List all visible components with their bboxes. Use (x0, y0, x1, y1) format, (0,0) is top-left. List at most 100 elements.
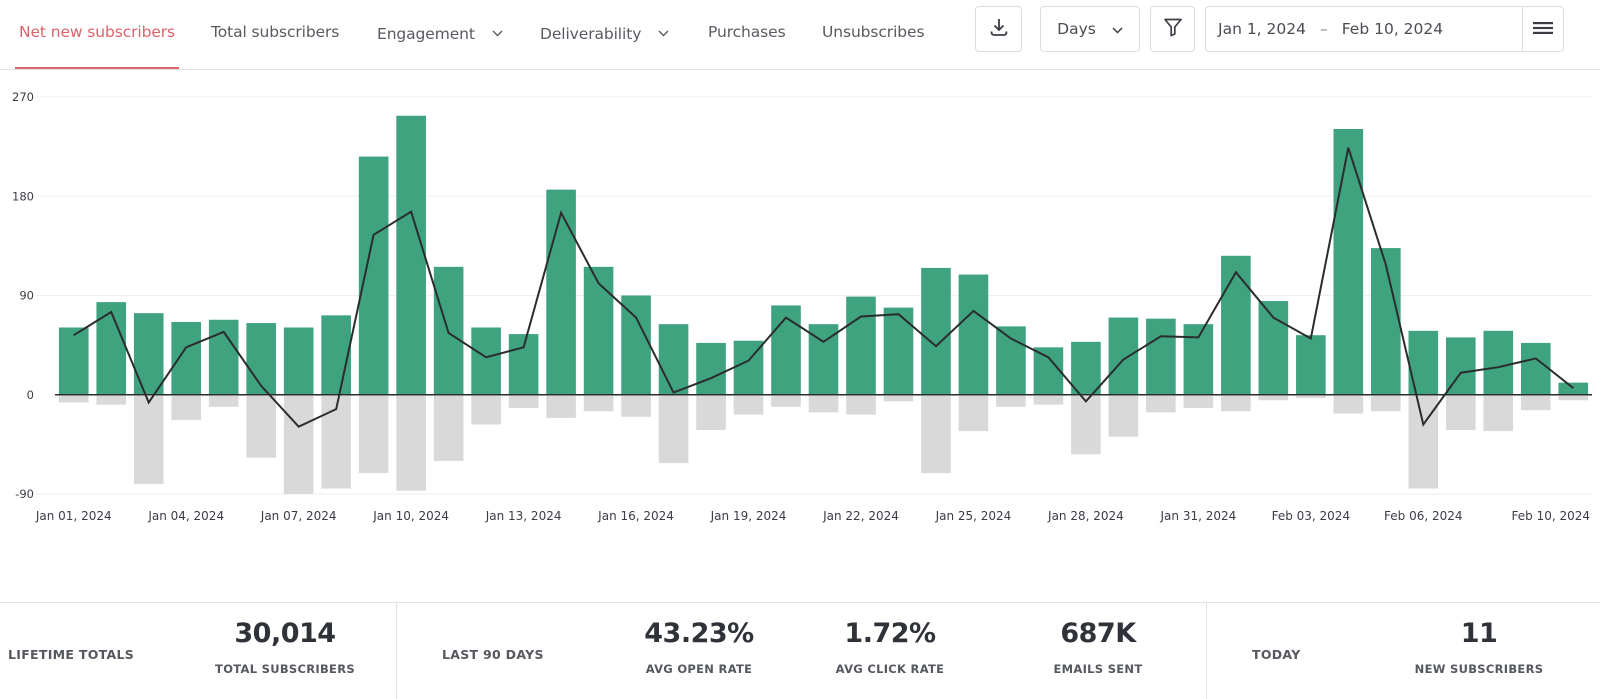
bar-unsubscribes (996, 395, 1026, 407)
bar-unsubscribes (396, 395, 426, 491)
stat-label: NEW SUBSCRIBERS (1414, 662, 1544, 676)
x-tick-label: Jan 13, 2024 (485, 509, 562, 523)
lifetime-totals-label: LIFETIME TOTALS (8, 647, 135, 662)
download-icon (988, 16, 1010, 42)
bar-unsubscribes (921, 395, 951, 474)
x-tick-label: Jan 04, 2024 (147, 509, 224, 523)
y-tick-label: 90 (19, 289, 34, 303)
y-tick-label: 180 (12, 189, 34, 203)
bar-unsubscribes (58, 395, 89, 403)
bar-unsubscribes (471, 395, 501, 425)
bar-new-subscribers (358, 156, 389, 395)
bar-unsubscribes (358, 395, 389, 474)
stat-label: EMAILS SENT (1053, 662, 1143, 676)
bar-new-subscribers (1221, 255, 1251, 395)
bar-unsubscribes (1071, 395, 1101, 455)
bar-unsubscribes (883, 395, 914, 402)
stat-value: 30,014 (234, 618, 336, 649)
bar-new-subscribers (1520, 342, 1551, 395)
tab-label: Purchases (708, 23, 786, 41)
bar-unsubscribes (808, 395, 839, 413)
bar-new-subscribers (921, 267, 951, 395)
download-button[interactable] (975, 6, 1022, 52)
tab-deliverability[interactable]: Deliverability (540, 22, 669, 43)
bar-unsubscribes (1108, 395, 1139, 437)
bar-new-subscribers (246, 323, 276, 395)
bar-new-subscribers (546, 189, 576, 395)
date-separator: – (1319, 20, 1328, 38)
bar-new-subscribers (1071, 341, 1101, 395)
x-tick-label: Feb 03, 2024 (1272, 509, 1351, 523)
bar-new-subscribers (1408, 330, 1439, 395)
stat-label: AVG CLICK RATE (835, 662, 945, 676)
bar-new-subscribers (1558, 382, 1589, 395)
bar-unsubscribes (1445, 395, 1476, 431)
stat-total-subscribers: 30,014 TOTAL SUBSCRIBERS (195, 617, 375, 676)
tab-label: Deliverability (540, 25, 642, 43)
bar-unsubscribes (433, 395, 464, 461)
chevron-down-icon (1112, 20, 1123, 38)
bar-new-subscribers (883, 307, 914, 395)
bar-unsubscribes (621, 395, 651, 417)
stat-value: 687K (1060, 618, 1136, 649)
stat-avg-open-rate: 43.23% AVG OPEN RATE (609, 617, 789, 676)
top-navigation: Net new subscribers Total subscribers En… (0, 0, 1600, 70)
section-divider (1206, 603, 1207, 699)
bar-unsubscribes (1258, 395, 1289, 401)
bar-new-subscribers (1371, 248, 1401, 395)
granularity-dropdown[interactable]: Days (1040, 6, 1140, 52)
stat-new-subscribers-today: 11 NEW SUBSCRIBERS (1389, 617, 1569, 676)
x-tick-label: Jan 19, 2024 (710, 509, 787, 523)
bar-unsubscribes (846, 395, 876, 415)
tab-purchases[interactable]: Purchases (708, 22, 786, 42)
date-start: Jan 1, 2024 (1218, 20, 1306, 38)
bar-unsubscribes (658, 395, 689, 464)
date-range-text[interactable]: Jan 1, 2024– Feb 10, 2024 (1218, 20, 1443, 38)
x-tick-label: Feb 10, 2024 (1512, 509, 1591, 523)
filter-button[interactable] (1150, 6, 1195, 52)
stats-summary: LIFETIME TOTALS 30,014 TOTAL SUBSCRIBERS… (0, 602, 1600, 699)
x-tick-label: Feb 06, 2024 (1384, 509, 1463, 523)
last-90-days-label: LAST 90 DAYS (442, 647, 544, 662)
stat-value: 1.72% (844, 618, 936, 649)
date-end: Feb 10, 2024 (1341, 20, 1444, 38)
date-range-picker[interactable]: Jan 1, 2024– Feb 10, 2024 (1205, 6, 1564, 52)
bar-unsubscribes (733, 395, 764, 415)
today-label: TODAY (1252, 647, 1301, 662)
tab-unsubscribes[interactable]: Unsubscribes (822, 22, 925, 42)
x-tick-label: Jan 07, 2024 (260, 509, 337, 523)
bar-unsubscribes (133, 395, 164, 485)
bar-new-subscribers (996, 326, 1026, 395)
bar-new-subscribers (1483, 330, 1514, 395)
bar-new-subscribers (171, 321, 202, 395)
bar-new-subscribers (58, 327, 89, 395)
tab-label: Unsubscribes (822, 23, 925, 41)
bar-unsubscribes (771, 395, 801, 407)
bar-new-subscribers (471, 327, 501, 395)
date-options-button[interactable] (1522, 7, 1563, 51)
bar-new-subscribers (583, 266, 614, 395)
bar-unsubscribes (1333, 395, 1364, 414)
y-tick-label: -90 (15, 487, 34, 501)
bar-unsubscribes (171, 395, 202, 421)
tab-label: Net new subscribers (19, 23, 176, 41)
stat-label: TOTAL SUBSCRIBERS (215, 662, 355, 676)
bar-unsubscribes (1520, 395, 1551, 411)
stat-label: AVG OPEN RATE (645, 662, 753, 676)
stat-emails-sent: 687K EMAILS SENT (1008, 617, 1188, 676)
stat-avg-click-rate: 1.72% AVG CLICK RATE (800, 617, 980, 676)
bar-new-subscribers (1258, 301, 1289, 395)
tab-net-new-subscribers[interactable]: Net new subscribers (19, 22, 175, 42)
bar-unsubscribes (508, 395, 539, 408)
bar-new-subscribers (283, 327, 314, 395)
hamburger-menu-icon (1533, 20, 1553, 39)
bar-new-subscribers (508, 334, 539, 395)
bar-unsubscribes (1558, 395, 1589, 401)
stat-value: 11 (1460, 618, 1498, 649)
tab-engagement[interactable]: Engagement (377, 22, 503, 43)
x-tick-label: Jan 31, 2024 (1160, 509, 1237, 523)
x-tick-label: Jan 10, 2024 (372, 509, 449, 523)
bar-new-subscribers (958, 274, 989, 395)
bar-unsubscribes (1183, 395, 1214, 408)
tab-total-subscribers[interactable]: Total subscribers (211, 22, 339, 42)
